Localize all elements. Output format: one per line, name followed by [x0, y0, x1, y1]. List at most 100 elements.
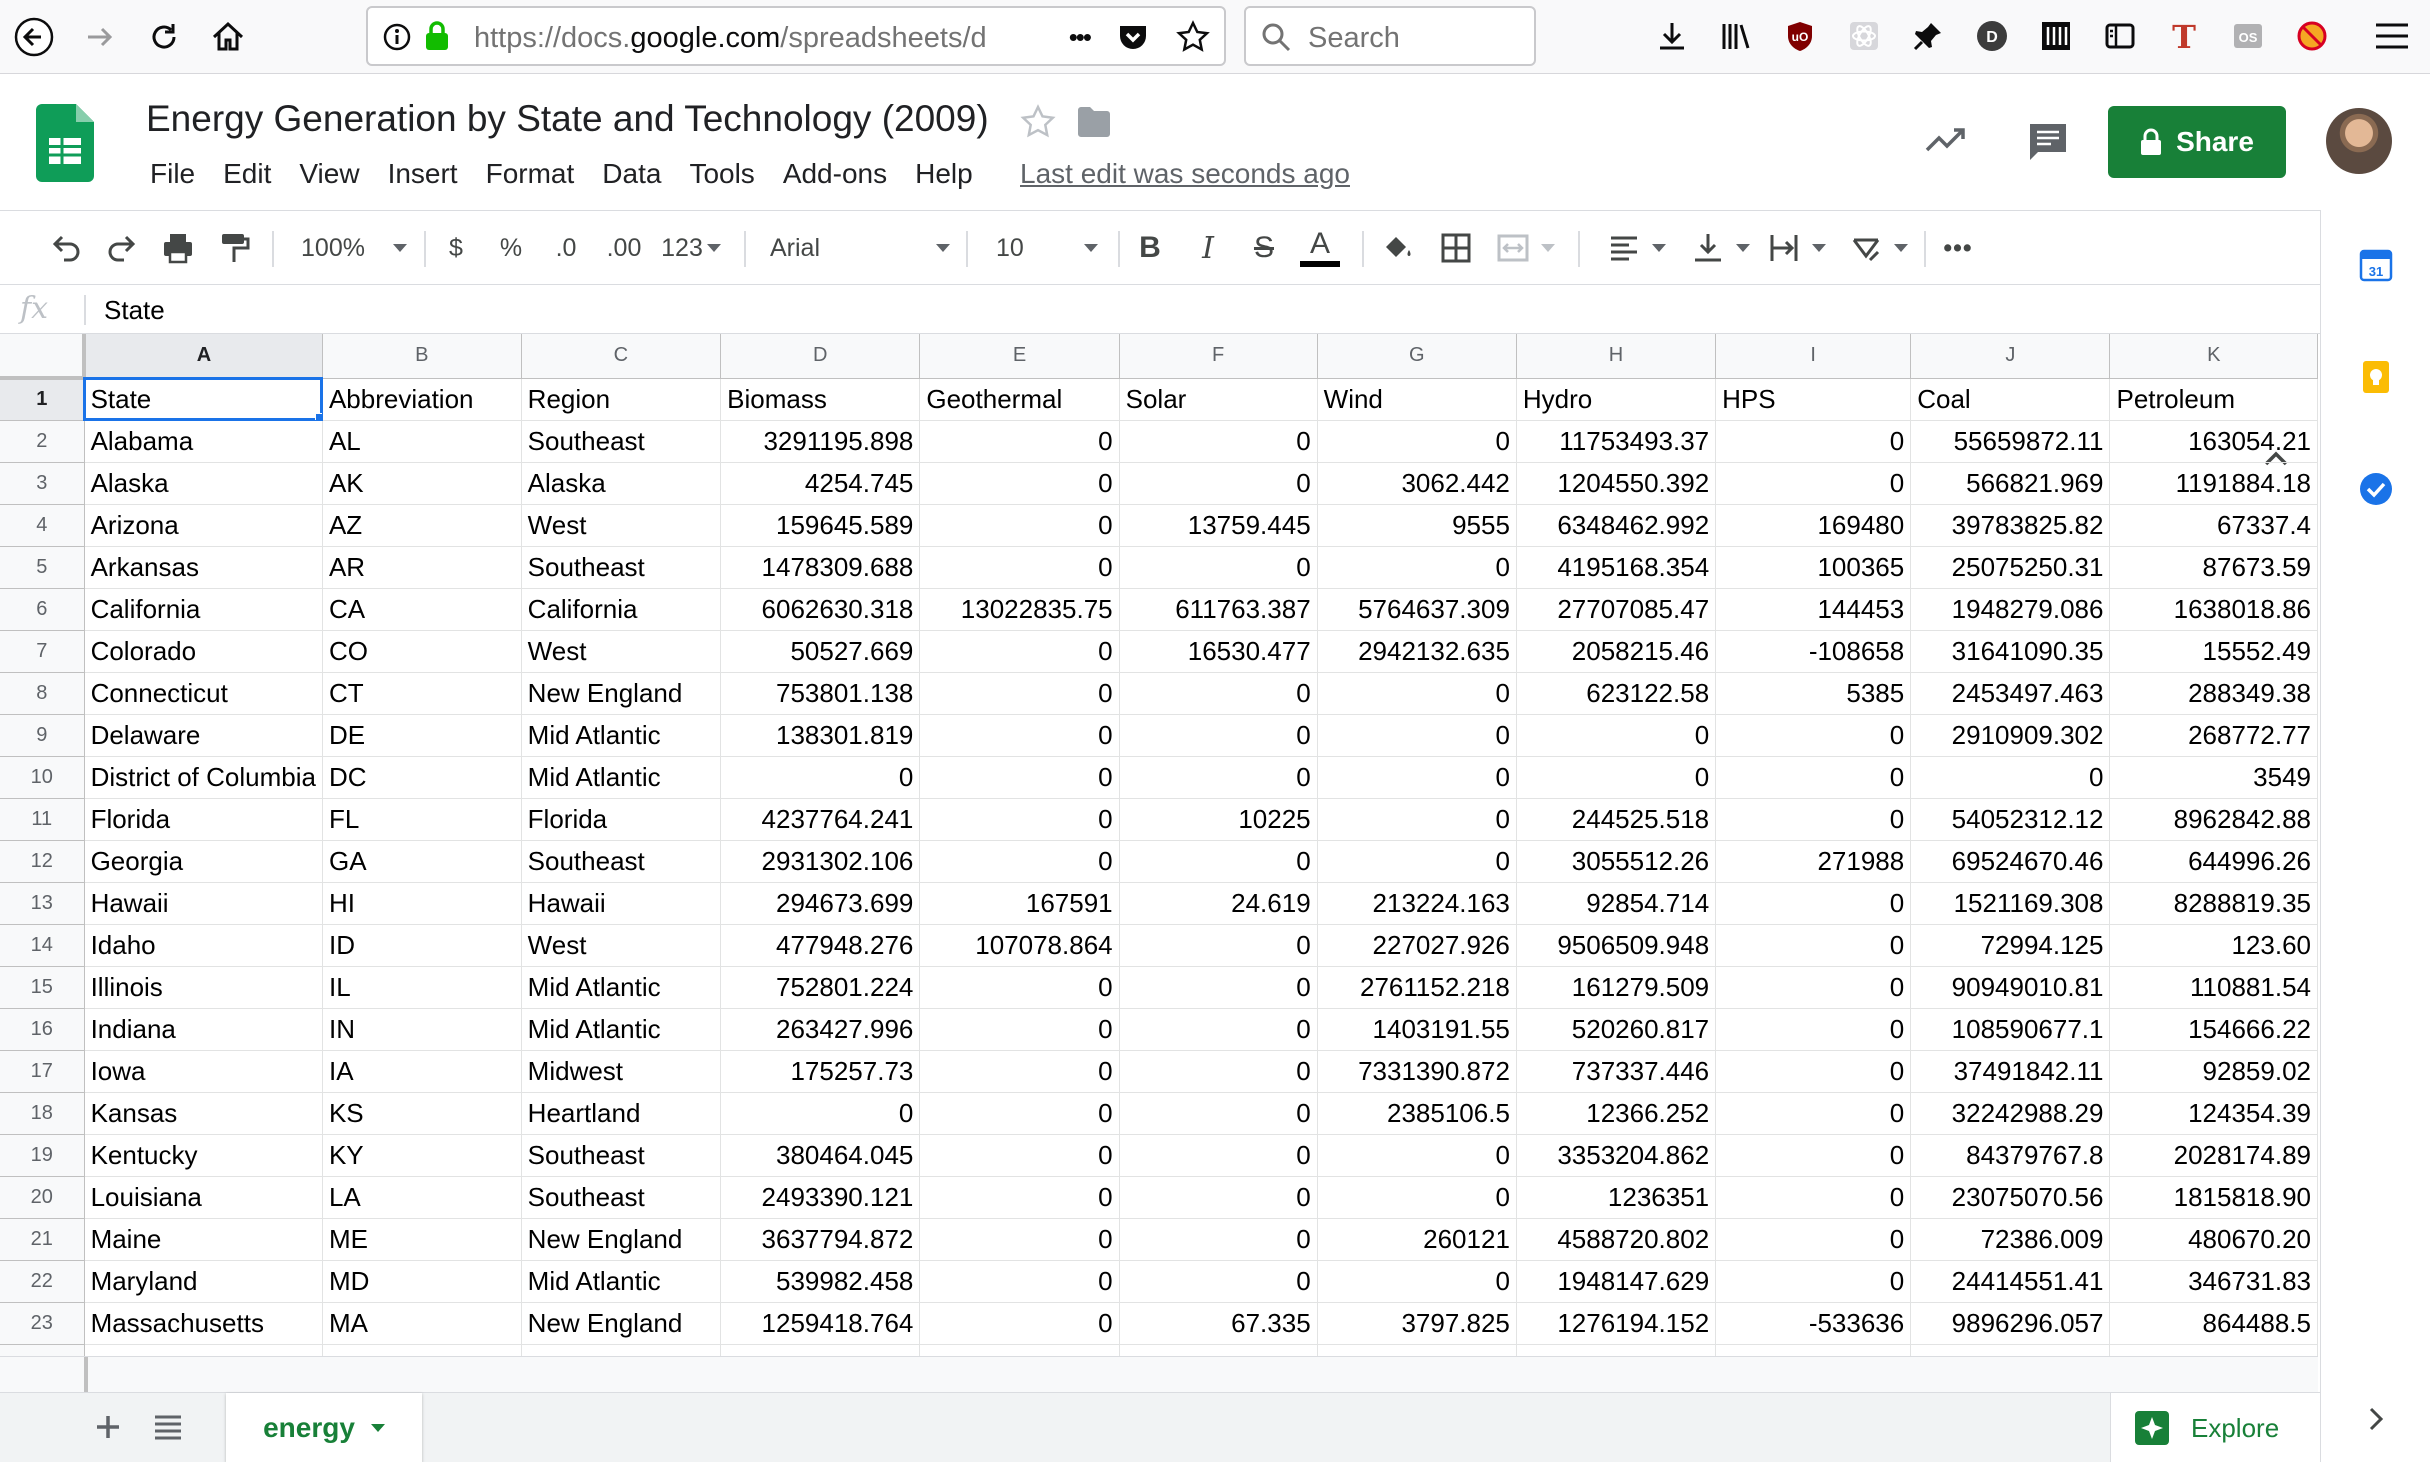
cell-b17[interactable]: IA — [322, 1050, 522, 1093]
cell-a15[interactable]: Illinois — [84, 966, 323, 1009]
font-size-select[interactable]: 10 — [982, 211, 1102, 285]
cell-d3[interactable]: 4254.745 — [720, 462, 921, 505]
cell-b23[interactable]: MA — [322, 1302, 522, 1345]
cell-e23[interactable]: 0 — [919, 1302, 1120, 1345]
cell-g7[interactable]: 2942132.635 — [1317, 630, 1517, 673]
empty-cell[interactable] — [720, 1344, 921, 1356]
empty-cell[interactable] — [521, 1344, 722, 1356]
menu-format[interactable]: Format — [472, 154, 589, 194]
browser-search-box[interactable]: Search — [1244, 6, 1536, 66]
cell-j2[interactable]: 55659872.11 — [1910, 420, 2111, 463]
forward-button[interactable] — [70, 7, 130, 67]
column-header-a[interactable]: A — [84, 334, 323, 379]
cell-a20[interactable]: Louisiana — [84, 1176, 323, 1219]
empty-cell[interactable] — [1119, 1344, 1318, 1356]
cell-i9[interactable]: 0 — [1715, 714, 1912, 757]
cell-c4[interactable]: West — [521, 504, 722, 547]
cell-h9[interactable]: 0 — [1516, 714, 1717, 757]
cell-g3[interactable]: 3062.442 — [1317, 462, 1517, 505]
cell-i22[interactable]: 0 — [1715, 1260, 1912, 1303]
cell-a6[interactable]: California — [84, 588, 323, 631]
cell-h19[interactable]: 3353204.862 — [1516, 1134, 1717, 1177]
row-header-14[interactable]: 14 — [0, 924, 85, 967]
cell-d2[interactable]: 3291195.898 — [720, 420, 921, 463]
cell-c5[interactable]: Southeast — [521, 546, 722, 589]
cell-e19[interactable]: 0 — [919, 1134, 1120, 1177]
cell-f1[interactable]: Solar — [1119, 378, 1318, 421]
row-header-4[interactable]: 4 — [0, 504, 85, 547]
cell-c10[interactable]: Mid Atlantic — [521, 756, 722, 799]
bold-button[interactable]: B — [1132, 211, 1168, 285]
empty-cell[interactable] — [2109, 1344, 2318, 1356]
tasks-icon[interactable] — [2357, 470, 2395, 508]
cell-c7[interactable]: West — [521, 630, 722, 673]
select-all-corner[interactable] — [0, 334, 87, 380]
menu-file[interactable]: File — [136, 154, 209, 194]
cell-k6[interactable]: 1638018.86 — [2109, 588, 2318, 631]
cell-a10[interactable]: District of Columbia — [84, 756, 323, 799]
cell-e4[interactable]: 0 — [919, 504, 1120, 547]
cell-k2[interactable]: 163054.21 — [2109, 420, 2318, 463]
cell-d14[interactable]: 477948.276 — [720, 924, 921, 967]
cell-j17[interactable]: 37491842.11 — [1910, 1050, 2111, 1093]
formula-input[interactable]: State — [104, 295, 165, 326]
column-header-c[interactable]: C — [521, 334, 722, 379]
cell-j3[interactable]: 566821.969 — [1910, 462, 2111, 505]
cell-h11[interactable]: 244525.518 — [1516, 798, 1717, 841]
menu-view[interactable]: View — [285, 154, 373, 194]
cell-k14[interactable]: 123.60 — [2109, 924, 2318, 967]
cell-k9[interactable]: 268772.77 — [2109, 714, 2318, 757]
cell-a18[interactable]: Kansas — [84, 1092, 323, 1135]
cell-c20[interactable]: Southeast — [521, 1176, 722, 1219]
cell-k20[interactable]: 1815818.90 — [2109, 1176, 2318, 1219]
cell-f21[interactable]: 0 — [1119, 1218, 1318, 1261]
cell-f13[interactable]: 24.619 — [1119, 882, 1318, 925]
cell-f16[interactable]: 0 — [1119, 1008, 1318, 1051]
cell-i20[interactable]: 0 — [1715, 1176, 1912, 1219]
cell-d5[interactable]: 1478309.688 — [720, 546, 921, 589]
currency-format-button[interactable]: $ — [440, 211, 472, 285]
cell-h2[interactable]: 11753493.37 — [1516, 420, 1717, 463]
cell-b2[interactable]: AL — [322, 420, 522, 463]
cell-j14[interactable]: 72994.125 — [1910, 924, 2111, 967]
cell-k13[interactable]: 8288819.35 — [2109, 882, 2318, 925]
cell-a7[interactable]: Colorado — [84, 630, 323, 673]
cell-h14[interactable]: 9506509.948 — [1516, 924, 1717, 967]
cell-f5[interactable]: 0 — [1119, 546, 1318, 589]
cell-j10[interactable]: 0 — [1910, 756, 2111, 799]
percent-format-button[interactable]: % — [494, 211, 528, 285]
d-extension-icon[interactable]: D — [1970, 14, 2014, 58]
cell-j7[interactable]: 31641090.35 — [1910, 630, 2111, 673]
row-header-12[interactable]: 12 — [0, 840, 85, 883]
blocked-extension-icon[interactable] — [2290, 14, 2334, 58]
cell-a17[interactable]: Iowa — [84, 1050, 323, 1093]
cell-k18[interactable]: 124354.39 — [2109, 1092, 2318, 1135]
cell-k16[interactable]: 154666.22 — [2109, 1008, 2318, 1051]
cell-i10[interactable]: 0 — [1715, 756, 1912, 799]
cell-b21[interactable]: ME — [322, 1218, 522, 1261]
cell-f12[interactable]: 0 — [1119, 840, 1318, 883]
cell-g17[interactable]: 7331390.872 — [1317, 1050, 1517, 1093]
cell-g10[interactable]: 0 — [1317, 756, 1517, 799]
cell-c22[interactable]: Mid Atlantic — [521, 1260, 722, 1303]
cell-d17[interactable]: 175257.73 — [720, 1050, 921, 1093]
text-rotation-button[interactable] — [1842, 211, 1914, 285]
cell-f23[interactable]: 67.335 — [1119, 1302, 1318, 1345]
cell-j21[interactable]: 72386.009 — [1910, 1218, 2111, 1261]
info-icon[interactable] — [382, 22, 412, 52]
cell-j6[interactable]: 1948279.086 — [1910, 588, 2111, 631]
cell-d21[interactable]: 3637794.872 — [720, 1218, 921, 1261]
sheets-logo-icon[interactable] — [36, 104, 94, 182]
row-header-1[interactable]: 1 — [0, 378, 85, 421]
expand-panel-icon[interactable] — [2357, 1400, 2395, 1438]
row-header-17[interactable]: 17 — [0, 1050, 85, 1093]
cell-b15[interactable]: IL — [322, 966, 522, 1009]
cell-g19[interactable]: 0 — [1317, 1134, 1517, 1177]
empty-cell[interactable] — [1910, 1344, 2111, 1356]
cell-i5[interactable]: 100365 — [1715, 546, 1912, 589]
cell-e1[interactable]: Geothermal — [919, 378, 1120, 421]
row-header-21[interactable]: 21 — [0, 1218, 85, 1261]
cell-b22[interactable]: MD — [322, 1260, 522, 1303]
empty-cell[interactable] — [919, 1344, 1120, 1356]
empty-cell[interactable] — [1317, 1344, 1517, 1356]
